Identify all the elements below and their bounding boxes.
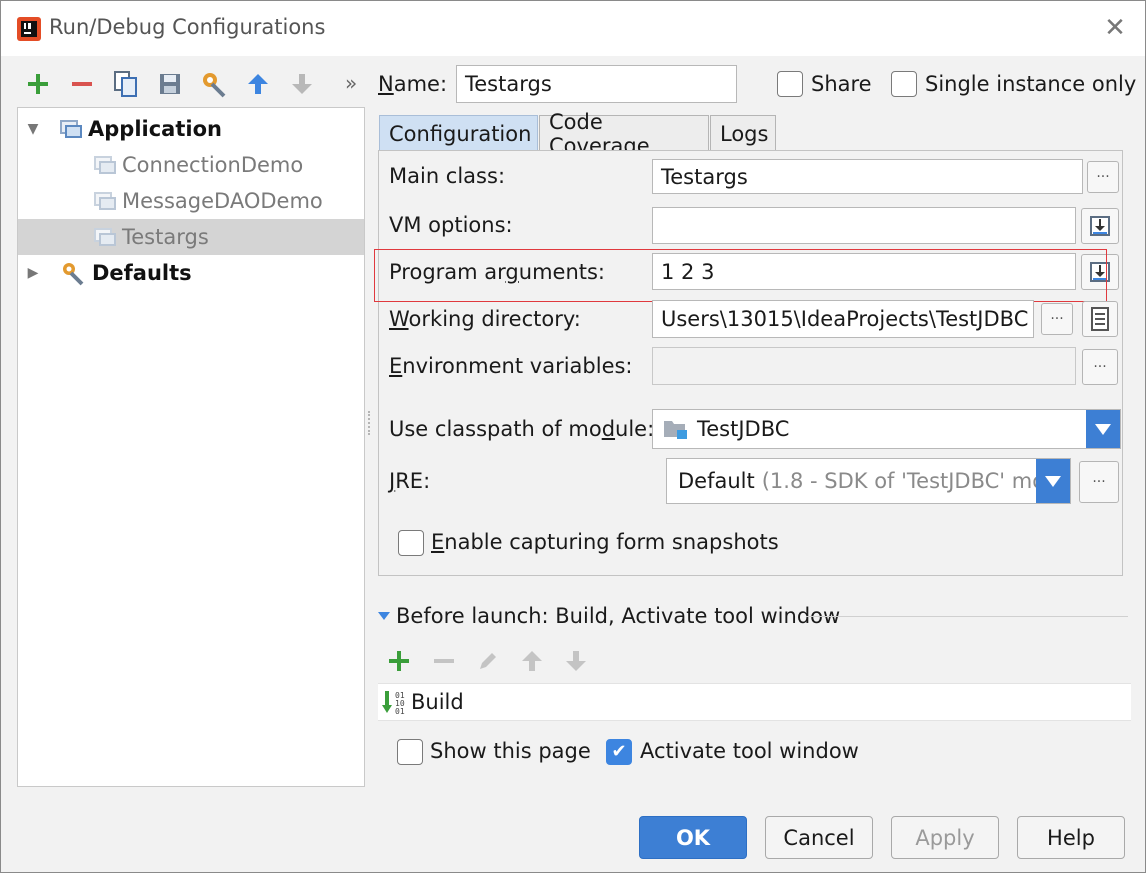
tab-logs[interactable]: Logs (710, 115, 776, 151)
name-input[interactable]: Testargs (456, 65, 737, 103)
move-task-up-icon (520, 649, 544, 678)
working-directory-input[interactable]: Users\13015\IdeaProjects\TestJDBC (652, 300, 1034, 338)
apply-button[interactable]: Apply (891, 816, 999, 859)
jre-label: JRE: (389, 469, 431, 493)
add-icon[interactable] (21, 67, 55, 101)
cancel-button[interactable]: Cancel (765, 816, 873, 859)
remove-task-icon (432, 649, 456, 678)
tree-item-messagedaodemo[interactable]: MessageDAODemo (18, 183, 364, 219)
browse-working-directory-button[interactable]: ··· (1041, 303, 1073, 335)
tab-code-coverage[interactable]: Code Coverage (539, 110, 709, 158)
browse-main-class-button[interactable]: ··· (1087, 161, 1119, 193)
tree-node-application[interactable]: ▼ Application (18, 111, 364, 147)
tab-configuration[interactable]: Configuration (379, 115, 538, 151)
chevron-down-icon[interactable] (1036, 459, 1070, 503)
ok-button[interactable]: OK (639, 816, 747, 859)
expand-vm-options-icon[interactable] (1081, 208, 1119, 244)
config-icon (94, 228, 116, 246)
application-config-icon (60, 120, 82, 138)
name-label: Name: (378, 72, 448, 96)
configuration-tree: ▼ Application ConnectionDemo MessageDAOD… (17, 107, 365, 787)
edit-task-icon (476, 649, 500, 678)
vm-options-input[interactable] (652, 207, 1076, 244)
tree-item-connectiondemo[interactable]: ConnectionDemo (18, 147, 364, 183)
before-launch-toggle-icon[interactable] (378, 612, 390, 620)
help-button[interactable]: Help (1017, 816, 1125, 859)
jre-value: Default (678, 469, 755, 493)
add-task-icon[interactable] (387, 649, 411, 678)
run-debug-dialog: Run/Debug Configurations ✕ » ▼ Applicati… (0, 0, 1146, 873)
config-icon (94, 156, 116, 174)
svg-text:01: 01 (395, 707, 405, 715)
intellij-logo-icon (17, 17, 41, 41)
before-launch-task-build[interactable]: 01 10 01 Build (378, 683, 1131, 721)
collapse-triangle-icon[interactable]: ▶ (18, 265, 48, 281)
chevron-down-icon[interactable] (1086, 410, 1120, 448)
close-icon[interactable]: ✕ (1101, 14, 1129, 42)
tree-node-defaults[interactable]: ▶ Defaults (18, 255, 364, 291)
working-directory-label: Working directory: (389, 307, 581, 331)
move-task-down-icon (564, 649, 588, 678)
save-icon[interactable] (153, 67, 187, 101)
share-checkbox[interactable] (777, 71, 803, 97)
main-class-label: Main class: (389, 164, 506, 188)
environment-variables-label: Environment variables: (389, 354, 633, 378)
move-down-icon (285, 67, 319, 101)
title-bar: Run/Debug Configurations ✕ (1, 1, 1145, 56)
insert-macro-icon[interactable] (1082, 301, 1118, 337)
main-class-input[interactable]: Testargs (652, 159, 1083, 194)
remove-icon[interactable] (65, 67, 99, 101)
tree-label-application: Application (88, 117, 222, 141)
config-icon (94, 192, 116, 210)
browse-jre-button[interactable]: ··· (1079, 461, 1119, 503)
window-title: Run/Debug Configurations (49, 15, 326, 39)
vm-options-label: VM options: (389, 213, 513, 237)
classpath-module-value: TestJDBC (697, 417, 790, 441)
jre-detail: (1.8 - SDK of 'TestJDBC' mo (761, 469, 1046, 493)
show-this-page-checkbox[interactable] (397, 739, 423, 765)
move-up-icon[interactable] (241, 67, 275, 101)
share-label: Share (811, 72, 872, 96)
jre-select[interactable]: Default (1.8 - SDK of 'TestJDBC' mo (666, 458, 1071, 504)
classpath-module-label: Use classpath of module: (389, 417, 655, 441)
edit-defaults-icon[interactable] (197, 67, 231, 101)
program-arguments-highlight (374, 249, 1107, 302)
module-folder-icon (663, 418, 691, 440)
edit-environment-variables-button[interactable]: ··· (1082, 349, 1118, 385)
enable-snapshots-checkbox[interactable] (398, 530, 424, 556)
enable-snapshots-label: Enable capturing form snapshots (431, 530, 779, 554)
before-launch-header: Before launch: Build, Activate tool wind… (396, 604, 841, 628)
classpath-module-select[interactable]: TestJDBC (652, 409, 1121, 449)
single-instance-checkbox[interactable] (891, 71, 917, 97)
environment-variables-input[interactable] (652, 347, 1076, 385)
activate-tool-window-label: Activate tool window (640, 739, 859, 763)
divider (806, 616, 1128, 617)
tree-item-label: Testargs (122, 225, 209, 249)
single-instance-label: Single instance only (925, 72, 1137, 96)
splitter-handle[interactable] (368, 411, 371, 435)
more-toolbar-icon[interactable]: » (345, 71, 357, 95)
expand-triangle-icon[interactable]: ▼ (18, 121, 48, 137)
tree-label-defaults: Defaults (92, 261, 192, 285)
activate-tool-window-checkbox[interactable]: ✔ (606, 739, 632, 765)
build-icon: 01 10 01 (381, 689, 411, 716)
tree-item-label: MessageDAODemo (122, 189, 323, 213)
tree-item-testargs[interactable]: Testargs (18, 219, 364, 255)
build-task-label: Build (411, 690, 464, 714)
copy-icon[interactable] (109, 67, 143, 101)
tree-item-label: ConnectionDemo (122, 153, 304, 177)
show-this-page-label: Show this page (430, 739, 591, 763)
wrench-gear-icon (60, 260, 88, 286)
